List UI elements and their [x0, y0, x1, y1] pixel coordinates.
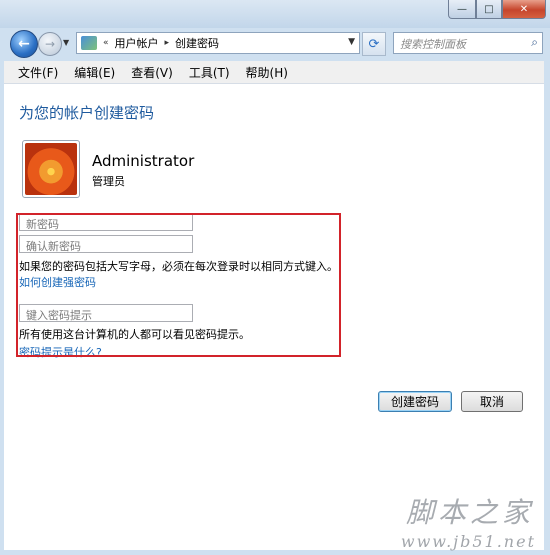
arrow-right-icon: →	[44, 37, 56, 51]
breadcrumb-create-password[interactable]: 创建密码	[175, 35, 219, 51]
chevron-down-icon: ▼	[63, 38, 70, 47]
breadcrumb-user-accounts[interactable]: 用户帐户	[115, 35, 159, 51]
password-hint-placeholder: 键入密码提示	[26, 309, 92, 322]
create-password-button[interactable]: 创建密码	[378, 391, 452, 412]
breadcrumb-separator-icon[interactable]: ▸	[165, 38, 170, 48]
new-password-field[interactable]: 新密码	[19, 213, 193, 231]
minimize-button[interactable]: —	[448, 0, 476, 19]
password-hint-field[interactable]: 键入密码提示	[19, 304, 193, 322]
search-input[interactable]: 搜索控制面板 ⌕	[393, 32, 543, 54]
control-panel-icon	[81, 36, 97, 50]
cancel-button[interactable]: 取消	[461, 391, 523, 412]
address-bar[interactable]: « 用户帐户 ▸ 创建密码 ▼	[76, 32, 360, 54]
watermark-site-name: 脚本之家	[405, 496, 534, 529]
case-sensitivity-note: 如果您的密码包括大写字母，必须在每次登录时以相同方式键入。	[19, 260, 338, 273]
refresh-icon: ⟳	[368, 36, 380, 52]
hint-visibility-note: 所有使用这台计算机的人都可以看见密码提示。	[19, 328, 250, 341]
back-button[interactable]: ←	[10, 30, 38, 58]
confirm-password-field[interactable]: 确认新密码	[19, 235, 193, 253]
password-hint-help-link[interactable]: 密码提示是什么?	[19, 344, 102, 360]
search-icon[interactable]: ⌕	[531, 35, 538, 50]
menu-tools[interactable]: 工具(T)	[189, 64, 230, 81]
arrow-left-icon: ←	[18, 36, 30, 52]
maximize-button[interactable]: □	[476, 0, 502, 19]
navigation-bar: ← → ▼ « 用户帐户 ▸ 创建密码 ▼ ⟳ 搜索控制面板 ⌕	[0, 28, 550, 58]
flower-icon	[25, 143, 77, 195]
new-password-placeholder: 新密码	[26, 218, 59, 231]
recent-pages-dropdown[interactable]: ▼	[63, 38, 69, 47]
address-dropdown-icon[interactable]: ▼	[348, 37, 355, 47]
strong-password-link[interactable]: 如何创建强密码	[19, 274, 96, 290]
refresh-button[interactable]: ⟳	[362, 32, 386, 56]
breadcrumb-overflow[interactable]: «	[103, 38, 109, 48]
page-title: 为您的帐户创建密码	[19, 104, 155, 122]
search-placeholder: 搜索控制面板	[400, 38, 466, 51]
avatar	[22, 140, 80, 198]
confirm-password-placeholder: 确认新密码	[26, 240, 81, 253]
watermark-url: www.jb51.net	[400, 532, 536, 551]
content-pane: 为您的帐户创建密码 Administrator 管理员 新密码 确认新密码 如果…	[4, 84, 544, 550]
user-name: Administrator	[92, 152, 195, 170]
menu-edit[interactable]: 编辑(E)	[74, 64, 115, 81]
forward-button[interactable]: →	[38, 32, 62, 56]
menu-bar: 文件(F) 编辑(E) 查看(V) 工具(T) 帮助(H)	[4, 61, 544, 84]
menu-help[interactable]: 帮助(H)	[246, 64, 288, 81]
menu-file[interactable]: 文件(F)	[18, 64, 58, 81]
user-role: 管理员	[92, 175, 125, 188]
close-button[interactable]: ✕	[502, 0, 546, 19]
title-bar: — □ ✕	[0, 0, 550, 28]
menu-view[interactable]: 查看(V)	[131, 64, 173, 81]
caption-buttons: — □ ✕	[448, 0, 546, 19]
